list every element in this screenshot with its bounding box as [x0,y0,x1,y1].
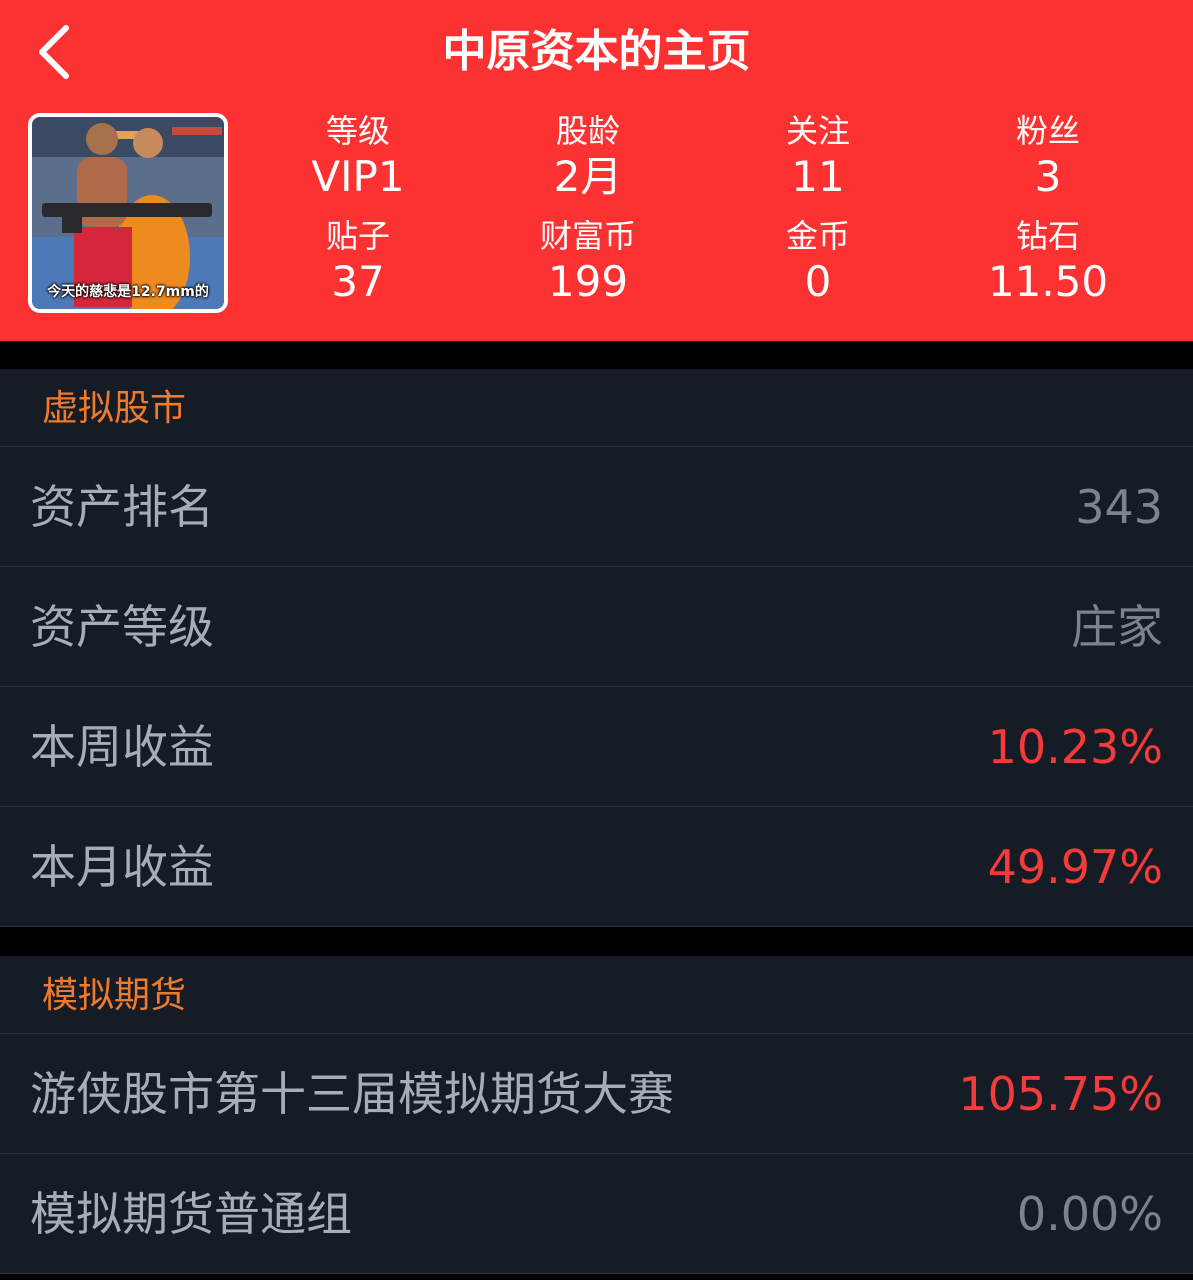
stat-wealth-coins: 财富币 199 [473,218,703,308]
row-value: 49.97% [987,840,1163,894]
stat-gold-coins: 金币 0 [703,218,933,308]
row-value: 10.23% [987,720,1163,774]
list-item-futures-contest[interactable]: 游侠股市第十三届模拟期货大赛 105.75% [0,1034,1193,1154]
stat-stock-age: 股龄 2月 [473,113,703,203]
row-label: 游侠股市第十三届模拟期货大赛 [30,1067,674,1121]
list-item-futures-normal-group[interactable]: 模拟期货普通组 0.00% [0,1154,1193,1274]
stat-followers[interactable]: 粉丝 3 [933,113,1163,203]
row-label: 模拟期货普通组 [30,1187,352,1241]
section-header-virtual-stock: 虚拟股市 [0,369,1193,447]
stat-label: 关注 [785,112,850,150]
profile-header: 中原资本的主页 今天的慈悲是12.7mm的 等级 VIP1 股龄 2月 关注 1… [0,0,1193,341]
row-value: 343 [1075,480,1163,534]
stat-value: VIP1 [311,152,405,201]
stat-label: 股龄 [555,112,620,150]
row-value: 庄家 [1071,600,1163,654]
stat-label: 等级 [325,112,390,150]
avatar[interactable]: 今天的慈悲是12.7mm的 [28,113,228,313]
row-label: 本月收益 [30,840,214,894]
stat-level: 等级 VIP1 [243,113,473,203]
stat-label: 贴子 [325,217,390,255]
stat-value: 3 [1034,152,1062,201]
stat-value: 2月 [553,152,623,201]
stat-label: 财富币 [539,217,636,255]
list-item-asset-level[interactable]: 资产等级 庄家 [0,567,1193,687]
avatar-caption: 今天的慈悲是12.7mm的 [47,284,209,300]
list-item-monthly-return[interactable]: 本月收益 49.97% [0,807,1193,927]
row-label: 本周收益 [30,720,214,774]
list-item-weekly-return[interactable]: 本周收益 10.23% [0,687,1193,807]
stat-diamonds: 钻石 11.50 [933,218,1163,308]
stat-label: 粉丝 [1015,112,1080,150]
stat-value: 199 [547,257,629,306]
row-value: 105.75% [958,1067,1163,1121]
stat-value: 11.50 [987,257,1109,306]
stat-label: 金币 [785,217,850,255]
section-header-simulated-futures: 模拟期货 [0,956,1193,1034]
row-label: 资产等级 [30,600,214,654]
stat-following[interactable]: 关注 11 [703,113,933,203]
section-title: 虚拟股市 [42,388,187,429]
page-title: 中原资本的主页 [442,26,751,77]
stat-value: 0 [804,257,832,306]
stat-value: 11 [791,152,845,201]
row-label: 资产排名 [30,480,214,534]
stat-posts[interactable]: 贴子 37 [243,218,473,308]
stat-value: 37 [331,257,385,306]
section-title: 模拟期货 [42,975,187,1016]
row-value: 0.00% [1016,1187,1163,1241]
stat-label: 钻石 [1015,217,1080,255]
list-item-asset-rank[interactable]: 资产排名 343 [0,447,1193,567]
